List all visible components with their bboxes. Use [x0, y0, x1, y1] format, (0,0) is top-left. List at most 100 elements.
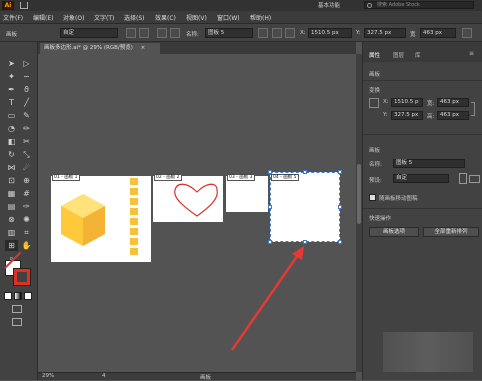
portrait-icon[interactable]: [459, 173, 467, 184]
panel-tab-bar: [363, 42, 482, 62]
gradient-mode-icon[interactable]: [14, 292, 22, 300]
scale-tool-icon[interactable]: ⤡: [20, 149, 33, 160]
preset-label: 预设:: [369, 178, 382, 184]
properties-panel: 属性 图层 库 ≡ 画板 变换 X: 1510.5 p 宽: 463 px Y:…: [362, 42, 482, 380]
menu-view[interactable]: 视图(V): [186, 13, 207, 22]
link-icon[interactable]: [471, 102, 475, 116]
name-label: 名称:: [186, 32, 199, 38]
menu-edit[interactable]: 编辑(E): [33, 13, 53, 22]
menu-object[interactable]: 对象(O): [63, 13, 84, 22]
workspace-switcher[interactable]: 基本功能: [318, 1, 340, 9]
delete-artboard-icon[interactable]: [170, 28, 180, 38]
stroke-swatch[interactable]: [13, 268, 31, 286]
shaper-tool-icon[interactable]: ◔: [5, 123, 18, 134]
line-tool-icon[interactable]: ╱: [20, 97, 33, 108]
y-field[interactable]: 327.5 px: [364, 28, 406, 38]
curvature-tool-icon[interactable]: ϑ: [20, 84, 33, 95]
w-field[interactable]: 463 px: [420, 28, 456, 38]
rearrange-all-button[interactable]: 全部重新排列: [423, 227, 479, 237]
divider: [363, 80, 482, 81]
rectangle-tool-icon[interactable]: ▭: [5, 110, 18, 121]
document-tab[interactable]: 画板多边形.ai* @ 29% (RGB/预览) ×: [40, 43, 160, 54]
status-bar: 29% 4 画板: [38, 372, 356, 381]
pen-tool-icon[interactable]: ✒: [5, 84, 18, 95]
none-mode-icon[interactable]: [24, 292, 32, 300]
preset-select[interactable]: 自定: [60, 28, 118, 38]
move-with-art-label: 随画板移动图稿: [379, 196, 418, 202]
x-label: X:: [300, 30, 306, 36]
width-tool-icon[interactable]: ⋈: [5, 162, 18, 173]
draw-mode-icon[interactable]: [12, 305, 22, 313]
type-tool-icon[interactable]: T: [5, 97, 18, 108]
new-artboard-icon[interactable]: [157, 28, 167, 38]
artboard-options-button[interactable]: 画板选项: [369, 227, 419, 237]
selection-tool-icon[interactable]: ➤: [5, 58, 18, 69]
reference-point-icon[interactable]: [285, 28, 295, 38]
scissors-tool-icon[interactable]: ✂: [20, 136, 33, 147]
portrait-icon[interactable]: [126, 28, 136, 38]
w-field[interactable]: 463 px: [437, 98, 469, 107]
perspective-grid-tool-icon[interactable]: ▦: [5, 188, 18, 199]
landscape-icon[interactable]: [139, 28, 149, 38]
paintbrush-tool-icon[interactable]: ✎: [20, 110, 33, 121]
menu-type[interactable]: 文字(T): [94, 13, 114, 22]
gradient-tool-icon[interactable]: ▤: [5, 201, 18, 212]
menu-select[interactable]: 选择(S): [124, 13, 145, 22]
shape-builder-tool-icon[interactable]: ⊕: [20, 175, 33, 186]
hand-tool-icon[interactable]: ✋: [20, 240, 33, 251]
home-icon[interactable]: [20, 2, 28, 9]
color-mode-icon[interactable]: [4, 292, 12, 300]
reference-point-icon[interactable]: [369, 98, 379, 108]
document-tab-title: 画板多边形.ai* @ 29% (RGB/预览): [44, 45, 133, 51]
rotate-tool-icon[interactable]: ↻: [5, 149, 18, 160]
w-label: 宽: [410, 32, 416, 38]
move-with-art-checkbox[interactable]: [369, 194, 376, 201]
pencil-tool-icon[interactable]: ✏: [20, 123, 33, 134]
symbol-sprayer-tool-icon[interactable]: ✺: [20, 214, 33, 225]
panel-menu-icon[interactable]: [462, 28, 472, 38]
artboard-name-field[interactable]: 图板 5: [205, 28, 253, 38]
menu-window[interactable]: 窗口(W): [217, 13, 240, 22]
lasso-tool-icon[interactable]: ∽: [20, 71, 33, 82]
direct-selection-tool-icon[interactable]: ▷: [20, 58, 33, 69]
eraser-tool-icon[interactable]: ◧: [5, 136, 18, 147]
menu-bar: 文件(F) 编辑(E) 对象(O) 文字(T) 选择(S) 效果(C) 视图(V…: [0, 11, 482, 24]
menu-effect[interactable]: 效果(C): [155, 13, 176, 22]
h-field[interactable]: 463 px: [437, 111, 469, 120]
eyedropper-tool-icon[interactable]: ✑: [20, 201, 33, 212]
close-icon[interactable]: ×: [141, 45, 146, 51]
warp-tool-icon[interactable]: ☄: [20, 162, 33, 173]
artboard-name-field[interactable]: 图板 5: [393, 159, 465, 168]
artboard-options-icon[interactable]: [272, 28, 282, 38]
y-field[interactable]: 327.5 px: [391, 111, 423, 120]
search-input[interactable]: 搜索 Adobe Stock: [364, 1, 474, 9]
menu-file[interactable]: 文件(F): [3, 13, 23, 22]
panel-menu-icon[interactable]: ≡: [469, 50, 474, 57]
name-label: 名称:: [369, 162, 382, 168]
zoom-level[interactable]: 29%: [42, 373, 54, 379]
x-field[interactable]: 1510.5 px: [308, 28, 352, 38]
canvas[interactable]: 01 - 画板 1 02 - 画板 2 03 - 画板 3 04 - 画板 5: [38, 54, 356, 372]
free-transform-tool-icon[interactable]: ⊡: [5, 175, 18, 186]
graph-tool-icon[interactable]: ▥: [5, 227, 18, 238]
magic-wand-tool-icon[interactable]: ✦: [5, 71, 18, 82]
preset-select[interactable]: 自定: [393, 174, 449, 183]
scroll-thumb[interactable]: [357, 164, 361, 224]
x-field[interactable]: 1510.5 p: [391, 98, 423, 107]
artboard-navigator[interactable]: 4: [102, 373, 106, 379]
slice-tool-icon[interactable]: ⌗: [20, 227, 33, 238]
section-transform-title: 变换: [369, 88, 381, 94]
search-icon: [367, 3, 372, 8]
tab-layers[interactable]: 图层: [393, 51, 404, 59]
screen-mode-icon[interactable]: [12, 318, 22, 326]
tab-properties[interactable]: 属性: [369, 51, 380, 59]
artboard-tool-icon[interactable]: ⊞: [5, 240, 18, 251]
menu-help[interactable]: 帮助(H): [250, 13, 271, 22]
y-label: Y:: [383, 112, 388, 118]
landscape-icon[interactable]: [469, 175, 480, 183]
tab-libraries[interactable]: 库: [415, 51, 421, 59]
blend-tool-icon[interactable]: ⊗: [5, 214, 18, 225]
section-quick-actions-title: 快速操作: [369, 216, 392, 222]
move-with-art-icon[interactable]: [258, 28, 268, 38]
mesh-tool-icon[interactable]: #: [20, 188, 33, 199]
